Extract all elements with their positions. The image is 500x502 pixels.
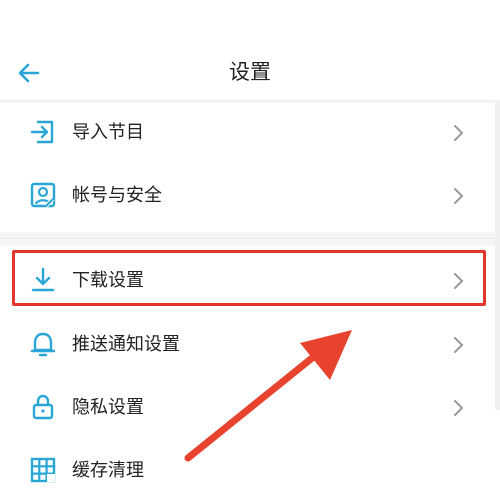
settings-item-cache-clear[interactable]: 缓存清理 — [0, 440, 500, 502]
settings-item-privacy[interactable]: 隐私设置 — [0, 377, 500, 439]
settings-item-import[interactable]: 导入节目 — [0, 102, 500, 164]
settings-item-push-notifications[interactable]: 推送通知设置 — [0, 314, 500, 376]
settings-item-account-security[interactable]: 帐号与安全 — [0, 165, 500, 227]
settings-item-label: 推送通知设置 — [72, 334, 180, 355]
chevron-right-icon — [454, 188, 464, 204]
highlight-box — [12, 250, 486, 306]
chevron-right-icon — [454, 400, 464, 416]
settings-item-label: 帐号与安全 — [72, 185, 162, 206]
account-security-icon — [30, 182, 56, 208]
settings-item-label: 导入节目 — [72, 122, 144, 143]
bell-icon — [30, 332, 56, 357]
import-icon — [30, 120, 54, 144]
cache-grid-icon — [30, 457, 56, 483]
page-title: 设置 — [229, 60, 271, 84]
settings-item-label: 缓存清理 — [72, 460, 144, 481]
lock-icon — [32, 394, 54, 420]
chevron-right-icon — [454, 337, 464, 353]
settings-item-label: 隐私设置 — [72, 397, 144, 418]
section-divider — [0, 232, 500, 246]
chevron-right-icon — [454, 125, 464, 141]
top-bar: 设置 — [0, 0, 500, 100]
scrollbar[interactable] — [495, 100, 500, 410]
